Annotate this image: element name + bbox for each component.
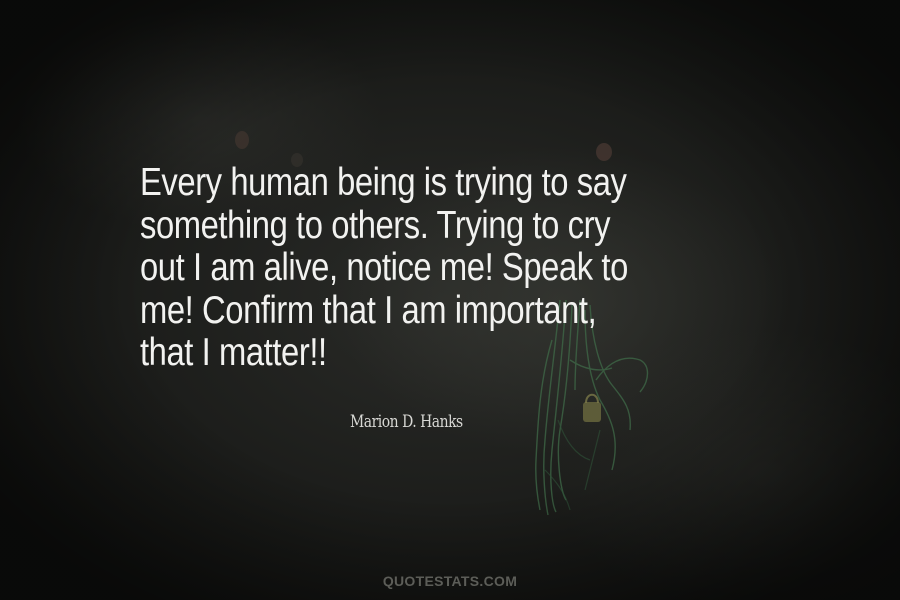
quote-card: Every human being is trying to say somet… (0, 0, 900, 600)
quote-line: something to others. Trying to cry (140, 203, 611, 247)
quote-text: Every human being is trying to say somet… (140, 161, 678, 375)
quote-line: out I am alive, notice me! Speak to (140, 246, 628, 289)
quote-line: that I matter!! (140, 331, 327, 374)
quote-line: me! Confirm that I am important, (140, 288, 597, 332)
site-watermark: QUOTESTATS.COM (382, 573, 518, 589)
quote-line: Every human being is trying to say (140, 161, 627, 204)
quote-author: Marion D. Hanks (350, 412, 463, 432)
